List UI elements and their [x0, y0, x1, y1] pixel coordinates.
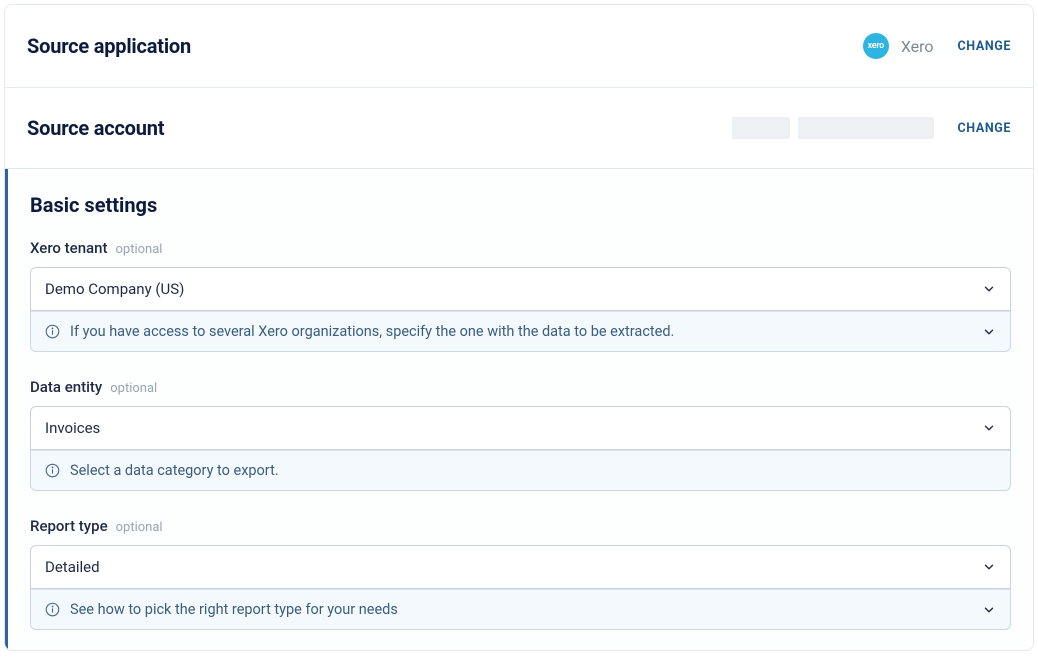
info-icon: [45, 602, 60, 617]
optional-badge: optional: [110, 381, 157, 396]
xero-tenant-select[interactable]: Demo Company (US): [30, 267, 1011, 311]
optional-badge: optional: [116, 520, 163, 535]
field-data-entity: Data entity optional Invoices Select a d…: [30, 378, 1011, 491]
basic-settings-title: Basic settings: [30, 193, 1011, 217]
xero-tenant-value: Demo Company (US): [45, 280, 184, 298]
chevron-down-icon: [982, 325, 996, 339]
info-icon: [45, 324, 60, 339]
basic-settings-section: Basic settings Xero tenant optional Demo…: [5, 169, 1033, 650]
change-application-button[interactable]: CHANGE: [958, 39, 1011, 54]
xero-tenant-hint-row[interactable]: If you have access to several Xero organ…: [30, 311, 1011, 352]
chevron-down-icon: [982, 282, 996, 296]
chevron-down-icon: [982, 560, 996, 574]
xero-logo-icon: xero: [863, 33, 889, 59]
data-entity-hint-text: Select a data category to export.: [70, 462, 279, 479]
xero-tenant-hint-text: If you have access to several Xero organ…: [70, 323, 674, 340]
field-report-type: Report type optional Detailed See how to…: [30, 517, 1011, 630]
chevron-down-icon: [982, 421, 996, 435]
app-chip: xero Xero: [863, 33, 934, 59]
field-xero-tenant: Xero tenant optional Demo Company (US) I…: [30, 239, 1011, 352]
source-account-title: Source account: [27, 116, 164, 140]
report-type-select[interactable]: Detailed: [30, 545, 1011, 589]
xero-tenant-label: Xero tenant: [30, 239, 107, 257]
app-name-label: Xero: [901, 37, 934, 56]
optional-badge: optional: [115, 242, 162, 257]
config-panel: Source application xero Xero CHANGE Sour…: [4, 4, 1034, 651]
data-entity-value: Invoices: [45, 419, 100, 437]
report-type-hint-text: See how to pick the right report type fo…: [70, 601, 398, 618]
account-value-redacted: [732, 117, 934, 139]
source-application-title: Source application: [27, 34, 191, 58]
change-account-button[interactable]: CHANGE: [958, 121, 1011, 136]
source-application-section: Source application xero Xero CHANGE: [5, 5, 1033, 88]
data-entity-label: Data entity: [30, 378, 102, 396]
redacted-block: [798, 117, 934, 139]
chevron-down-icon: [982, 603, 996, 617]
data-entity-hint-row[interactable]: Select a data category to export.: [30, 450, 1011, 491]
data-entity-select[interactable]: Invoices: [30, 406, 1011, 450]
report-type-hint-row[interactable]: See how to pick the right report type fo…: [30, 589, 1011, 630]
report-type-value: Detailed: [45, 558, 100, 576]
info-icon: [45, 463, 60, 478]
source-account-section: Source account CHANGE: [5, 88, 1033, 169]
redacted-block: [732, 117, 790, 139]
report-type-label: Report type: [30, 517, 108, 535]
